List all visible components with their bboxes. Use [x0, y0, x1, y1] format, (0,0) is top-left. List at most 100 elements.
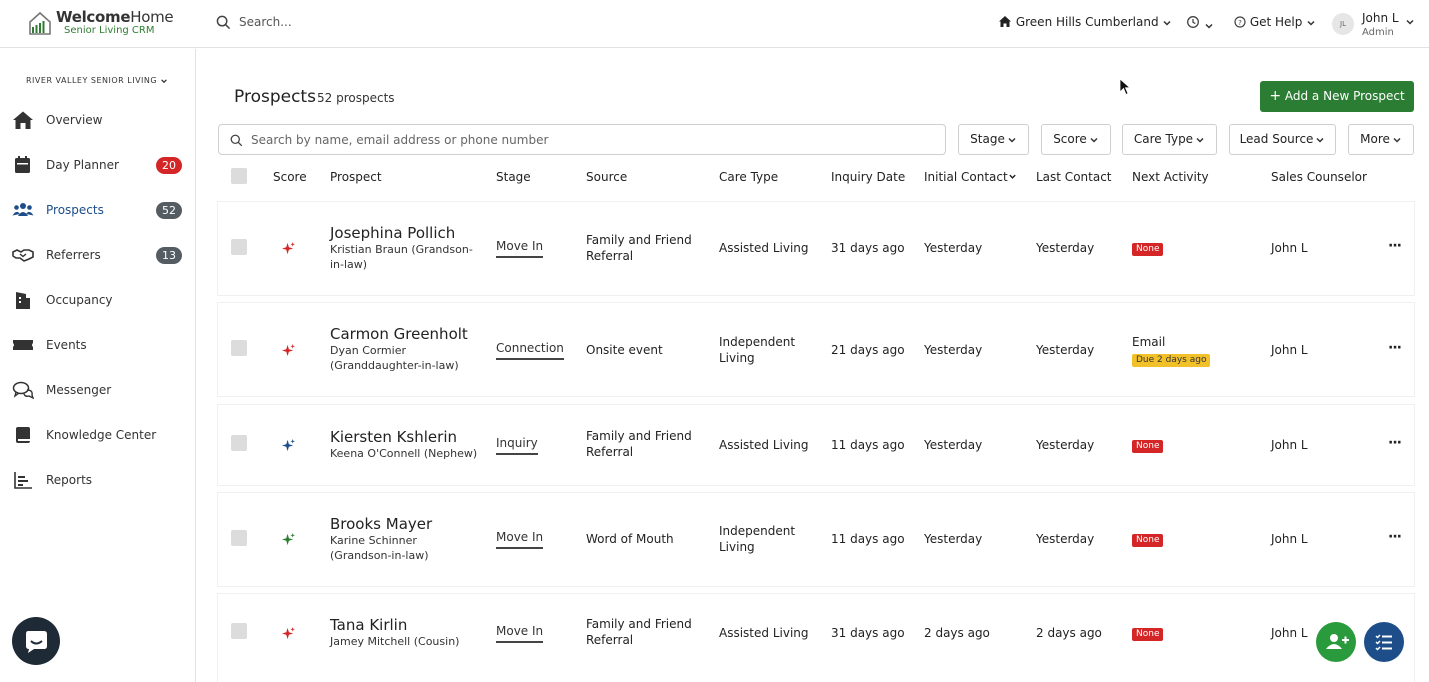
app-logo[interactable]: WelcomeHome Senior Living CRM — [28, 8, 198, 40]
referrers-count-badge: 13 — [156, 247, 182, 264]
sales-counselor-cell: John L — [1271, 241, 1308, 255]
prospect-name[interactable]: Brooks Mayer — [330, 515, 480, 533]
sidebar-item-day-planner[interactable]: Day Planner 20 — [0, 145, 196, 185]
chevron-down-icon — [1307, 20, 1315, 26]
history-menu[interactable] — [1186, 15, 1214, 33]
prospect-name[interactable]: Carmon Greenholt — [330, 325, 480, 343]
filter-stage[interactable]: Stage — [958, 124, 1029, 155]
column-header-score[interactable]: Score — [273, 170, 307, 184]
column-header-initial-contact[interactable]: Initial Contact — [924, 170, 1017, 184]
row-actions-button[interactable]: ··· — [1388, 529, 1402, 545]
stage-label[interactable]: Move In — [496, 624, 544, 643]
sidebar-item-referrers[interactable]: Referrers 13 — [0, 235, 196, 275]
last-contact-cell: Yesterday — [1036, 343, 1095, 357]
source-cell: Family and Friend Referral — [586, 429, 692, 459]
prospect-name[interactable]: Kiersten Kshlerin — [330, 428, 490, 446]
filter-lead-source[interactable]: Lead Source — [1229, 124, 1336, 155]
prospect-cell[interactable]: Tana Kirlin Jamey Mitchell (Cousin) — [330, 616, 490, 649]
stage-label[interactable]: Connection — [496, 341, 564, 360]
select-all-checkbox[interactable] — [231, 168, 247, 184]
sidebar-item-label: Overview — [46, 113, 103, 127]
filter-care-type[interactable]: Care Type — [1122, 124, 1217, 155]
global-search[interactable]: Search... — [216, 14, 416, 34]
table-row[interactable]: Carmon Greenholt Dyan Cormier (Granddaug… — [218, 303, 1414, 396]
quick-add-prospect-button[interactable] — [1316, 622, 1356, 662]
add-prospect-button[interactable]: + Add a New Prospect — [1260, 81, 1414, 112]
table-row[interactable]: Josephina Pollich Kristian Braun (Grands… — [218, 202, 1414, 295]
column-header-care-type[interactable]: Care Type — [719, 170, 778, 184]
due-status-badge: Due 2 days ago — [1132, 354, 1211, 367]
sidebar-item-events[interactable]: Events — [0, 325, 196, 365]
sidebar-item-occupancy[interactable]: Occupancy — [0, 280, 196, 320]
user-name[interactable]: John L — [1362, 11, 1399, 25]
community-selector[interactable]: Green Hills Cumberland — [998, 15, 1172, 33]
row-checkbox[interactable] — [231, 239, 247, 255]
stage-label[interactable]: Inquiry — [496, 436, 538, 455]
inquiry-date-cell: 31 days ago — [831, 626, 905, 640]
sidebar-item-label: Occupancy — [46, 293, 113, 307]
calendar-icon — [15, 156, 30, 173]
row-checkbox[interactable] — [231, 435, 247, 451]
sidebar-item-messenger[interactable]: Messenger — [0, 370, 196, 410]
table-row[interactable]: Brooks Mayer Karine Schinner (Grandson-i… — [218, 493, 1414, 586]
inquiry-date-cell: 11 days ago — [831, 438, 905, 452]
stage-label[interactable]: Move In — [496, 530, 544, 549]
column-header-next-activity[interactable]: Next Activity — [1132, 170, 1209, 184]
sidebar-item-overview[interactable]: Overview — [0, 100, 196, 140]
support-chat-button[interactable] — [12, 617, 60, 665]
prospect-name[interactable]: Josephina Pollich — [330, 224, 480, 242]
checklist-icon — [1375, 634, 1392, 651]
org-selector[interactable]: RIVER VALLEY SENIOR LIVING — [26, 76, 168, 85]
column-header-stage[interactable]: Stage — [496, 170, 531, 184]
prospect-cell[interactable]: Brooks Mayer Karine Schinner (Grandson-i… — [330, 515, 480, 563]
row-checkbox[interactable] — [231, 623, 247, 639]
prospect-contact: Keena O'Connell (Nephew) — [330, 447, 478, 460]
sales-counselor-cell: John L — [1271, 532, 1308, 546]
column-header-source[interactable]: Source — [586, 170, 627, 184]
chevron-down-icon[interactable] — [1405, 17, 1415, 27]
care-type-cell: Assisted Living — [719, 626, 809, 640]
history-icon — [1187, 16, 1199, 28]
care-type-cell: Independent Living — [719, 335, 796, 365]
row-actions-button[interactable]: ··· — [1388, 435, 1402, 451]
filter-more[interactable]: More — [1348, 124, 1414, 155]
row-actions-button[interactable]: ··· — [1388, 238, 1402, 254]
prospect-name[interactable]: Tana Kirlin — [330, 616, 490, 634]
filter-score[interactable]: Score — [1041, 124, 1111, 155]
chevron-down-icon — [1090, 137, 1098, 143]
table-row[interactable]: Tana Kirlin Jamey Mitchell (Cousin) Move… — [218, 594, 1414, 682]
sidebar-item-reports[interactable]: Reports — [0, 460, 196, 500]
prospect-contact: Dyan Cormier (Granddaughter-in-law) — [330, 344, 459, 372]
sidebar-item-prospects[interactable]: Prospects 52 — [0, 190, 196, 230]
task-list-button[interactable] — [1364, 622, 1404, 662]
prospect-cell[interactable]: Kiersten Kshlerin Keena O'Connell (Nephe… — [330, 428, 490, 461]
column-header-last-contact[interactable]: Last Contact — [1036, 170, 1112, 184]
column-header-sales-counselor[interactable]: Sales Counselor — [1271, 170, 1367, 184]
column-header-inquiry-date[interactable]: Inquiry Date — [831, 170, 905, 184]
chevron-down-icon — [1008, 137, 1016, 143]
row-actions-button[interactable]: ··· — [1388, 340, 1402, 356]
sidebar-item-knowledge-center[interactable]: Knowledge Center — [0, 415, 196, 455]
sidebar-item-label: Knowledge Center — [46, 428, 157, 442]
help-menu[interactable]: ? Get Help — [1234, 15, 1316, 29]
filter-label: Care Type — [1133, 132, 1194, 146]
inquiry-date-cell: 31 days ago — [831, 241, 905, 255]
chat-icon — [12, 381, 34, 400]
next-activity-cell[interactable]: Email Due 2 days ago — [1132, 334, 1211, 367]
avatar[interactable]: JL — [1332, 13, 1354, 35]
search-icon — [230, 134, 243, 147]
score-sparkle-icon — [282, 439, 295, 452]
prospect-cell[interactable]: Josephina Pollich Kristian Braun (Grands… — [330, 224, 480, 272]
prospect-cell[interactable]: Carmon Greenholt Dyan Cormier (Granddaug… — [330, 325, 480, 373]
stage-label[interactable]: Move In — [496, 239, 544, 258]
mouse-cursor-icon — [1119, 78, 1131, 96]
add-person-icon — [1326, 634, 1349, 649]
table-row[interactable]: Kiersten Kshlerin Keena O'Connell (Nephe… — [218, 405, 1414, 485]
prospect-search-input[interactable]: Search by name, email address or phone n… — [218, 124, 946, 155]
row-checkbox[interactable] — [231, 340, 247, 356]
home-icon — [13, 111, 33, 129]
row-checkbox[interactable] — [231, 530, 247, 546]
last-contact-cell: Yesterday — [1036, 241, 1095, 255]
column-header-prospect[interactable]: Prospect — [330, 170, 382, 184]
next-activity-none-badge: None — [1132, 628, 1164, 641]
